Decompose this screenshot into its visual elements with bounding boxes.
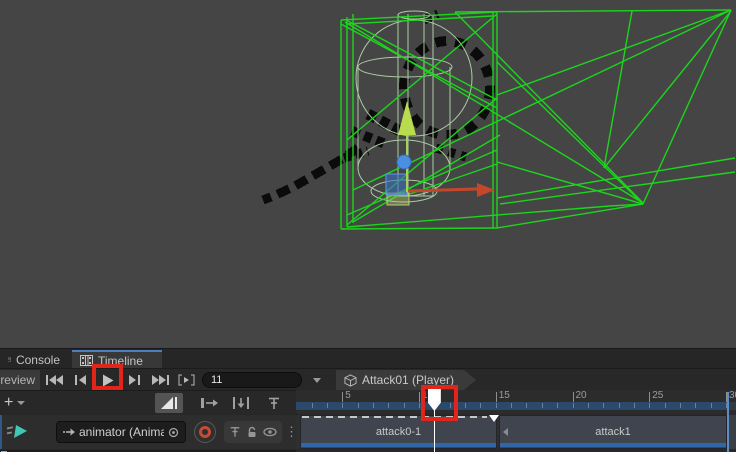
record-icon xyxy=(199,426,211,438)
highlight-box-play-button xyxy=(92,364,123,390)
track-lane[interactable]: attack0-1 attack1 xyxy=(296,415,736,449)
clip-selection-stripe xyxy=(301,443,496,447)
dropdown-caret-icon xyxy=(17,401,25,405)
ruler-frame-label: 5 xyxy=(345,390,351,401)
ruler-frame-label: 30 xyxy=(729,390,736,401)
pin-icon xyxy=(267,397,281,410)
ruler-frame-label: 25 xyxy=(652,390,663,401)
clip-selection-stripe xyxy=(500,443,726,447)
ruler-frame-label: 15 xyxy=(499,390,510,401)
go-to-start-icon xyxy=(46,374,63,386)
tab-console[interactable]: Console xyxy=(0,350,68,369)
clip-label: attack0-1 xyxy=(376,426,421,438)
play-range-icon xyxy=(178,374,195,386)
animator-icon xyxy=(63,427,75,437)
kebab-menu-icon[interactable]: ⋮ xyxy=(285,419,295,445)
track-color-strip xyxy=(0,415,2,449)
clip-attack1[interactable]: attack1 xyxy=(499,415,727,449)
highlight-box-playhead xyxy=(421,385,458,421)
tab-console-label: Console xyxy=(16,353,60,367)
ripple-mode-button[interactable] xyxy=(195,393,223,413)
ripple-mode-icon xyxy=(200,397,218,409)
gizmo-x-axis[interactable] xyxy=(408,189,477,191)
track-object-field[interactable]: animator (Animator) xyxy=(56,421,186,443)
scene-view[interactable] xyxy=(0,0,736,349)
track-button-group xyxy=(224,421,282,443)
mix-mode-button[interactable] xyxy=(155,393,183,413)
clip-label: attack1 xyxy=(595,426,630,438)
dropdown-caret-icon xyxy=(313,378,321,383)
scene-wireframe-canvas xyxy=(0,0,736,349)
unity-editor-window: Console Timeline review xyxy=(0,0,736,452)
track-object-name: animator (Animator) xyxy=(79,425,164,439)
pin-markers-button[interactable] xyxy=(260,393,288,413)
frame-settings-dropdown[interactable] xyxy=(308,370,326,390)
timeline-duration-band xyxy=(296,402,736,410)
record-button[interactable] xyxy=(194,421,216,443)
timeline-tracks-area: animator (Animator) ⋮ attack0-1 attack1 xyxy=(0,414,736,452)
replace-mode-icon xyxy=(232,397,250,409)
go-to-start-button[interactable] xyxy=(42,370,66,390)
mix-mode-icon xyxy=(160,396,178,410)
console-icon xyxy=(8,354,11,365)
clip-recorded-dash-line xyxy=(302,416,487,418)
pin-icon[interactable] xyxy=(229,426,241,438)
cube-icon xyxy=(344,374,357,387)
previous-frame-button[interactable] xyxy=(68,370,92,390)
timeline-ruler[interactable]: 51015202530 xyxy=(296,390,736,414)
timeline-end-marker-line[interactable] xyxy=(727,392,729,452)
add-track-button[interactable]: + xyxy=(4,393,25,413)
clip-ease-in-marker xyxy=(503,428,508,436)
gizmo-xy-plane-handle[interactable] xyxy=(386,174,407,195)
play-range-button[interactable] xyxy=(174,370,198,390)
go-to-end-button[interactable] xyxy=(148,370,172,390)
animation-track-icon xyxy=(6,422,30,442)
preview-toggle-button[interactable]: review xyxy=(0,370,40,390)
clip-attack0-1[interactable]: attack0-1 xyxy=(300,415,497,449)
ruler-frame-label: 20 xyxy=(576,390,587,401)
replace-mode-button[interactable] xyxy=(227,393,255,413)
animation-track-header[interactable]: animator (Animator) ⋮ xyxy=(0,415,296,449)
clip-blend-marker[interactable] xyxy=(489,415,499,422)
go-to-end-icon xyxy=(152,374,169,386)
preview-label: review xyxy=(0,373,35,387)
object-picker-icon[interactable] xyxy=(168,427,179,438)
lock-icon[interactable] xyxy=(246,426,258,438)
current-frame-value: 11 xyxy=(211,374,222,386)
plus-icon: + xyxy=(4,395,13,411)
next-frame-button[interactable] xyxy=(122,370,146,390)
eye-icon[interactable] xyxy=(263,426,277,438)
next-frame-icon xyxy=(129,374,140,386)
previous-frame-icon xyxy=(75,374,86,386)
gizmo-center-handle[interactable] xyxy=(397,155,411,169)
current-frame-input[interactable]: 11 xyxy=(202,372,302,388)
